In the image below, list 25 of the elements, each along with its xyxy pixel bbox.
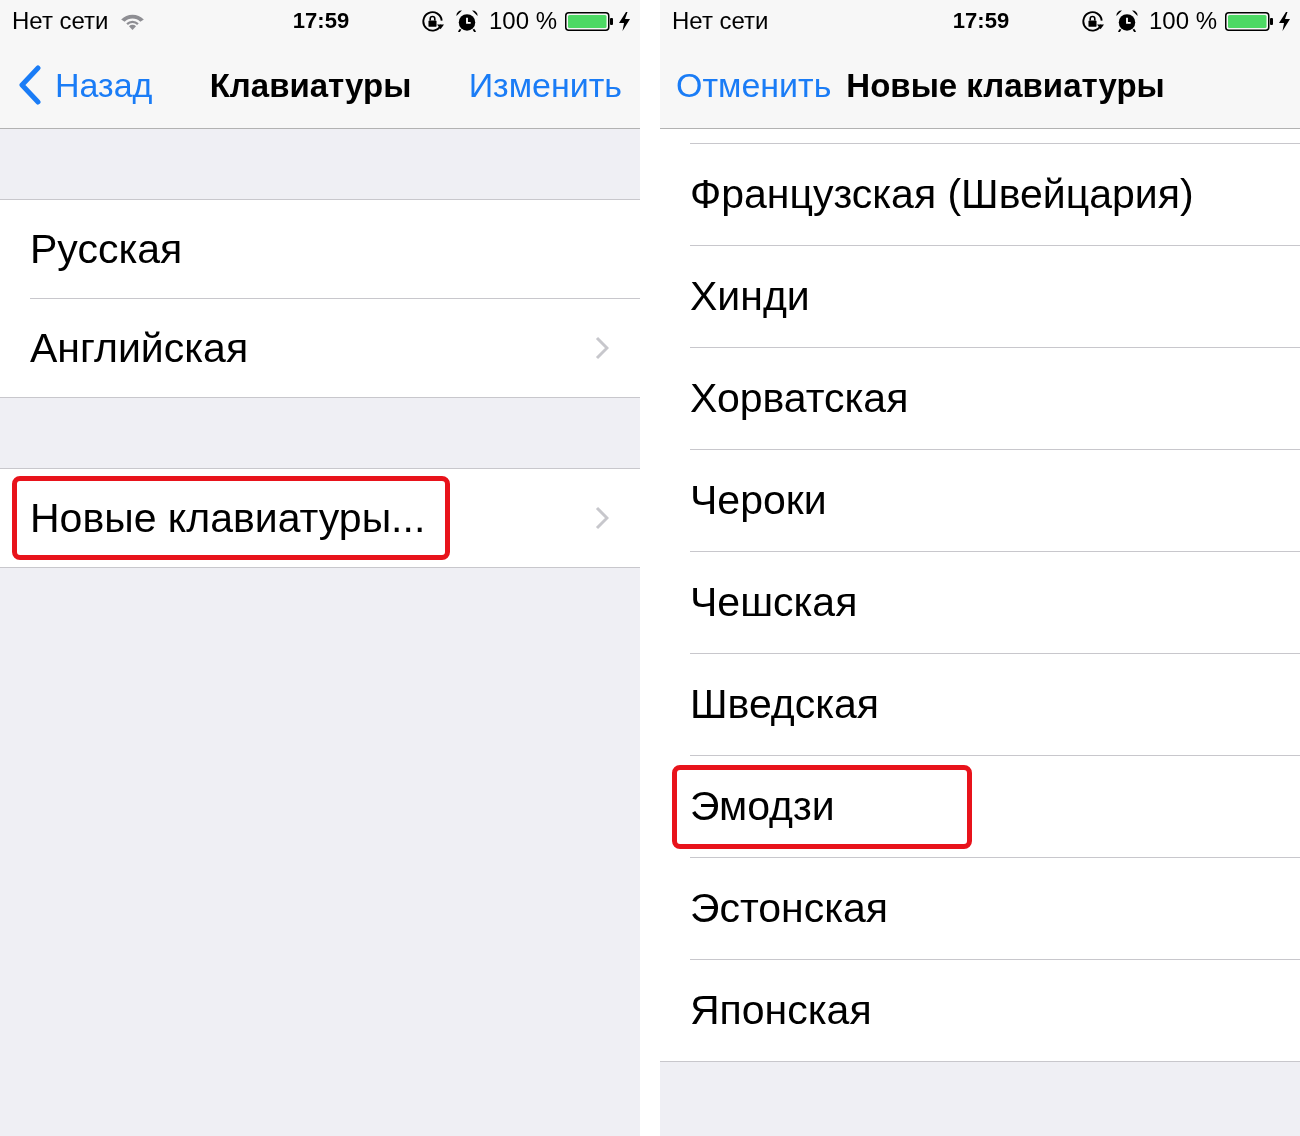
battery-percent: 100 % (488, 9, 557, 33)
nav-title: Клавиатуры (209, 68, 412, 102)
status-time: 17:59 (952, 10, 1010, 32)
list-item-label[interactable]: Шведская (690, 684, 880, 725)
list-item-label[interactable]: Эмодзи (690, 786, 835, 827)
list-item-label[interactable]: Французская (Швейцария) (690, 174, 1194, 215)
list-item-label[interactable]: Хинди (690, 276, 810, 317)
list-item-label[interactable]: Чешская (690, 582, 858, 623)
list-item-label[interactable]: Новые клавиатуры... (30, 497, 426, 539)
nav-title: Новые клавиатуры (846, 68, 1165, 102)
battery-percent: 100 % (1148, 9, 1217, 33)
list-item-label[interactable]: Эстонская (690, 888, 889, 929)
status-time: 17:59 (292, 10, 350, 32)
list-item-label[interactable]: Чероки (690, 480, 827, 521)
carrier-label: Нет сети (672, 9, 769, 33)
list-item-label[interactable]: Японская (690, 990, 872, 1031)
edit-button[interactable]: Изменить (468, 68, 622, 102)
carrier-label: Нет сети (12, 9, 109, 33)
list-item-label[interactable]: Хорватская (690, 378, 909, 419)
cancel-button[interactable]: Отменить (676, 68, 832, 102)
list-item-label[interactable]: Английская (30, 327, 249, 369)
list-item-label[interactable]: Русская (30, 228, 183, 270)
battery-icon (565, 11, 613, 31)
back-button[interactable]: Назад (17, 65, 153, 105)
battery-icon (1225, 11, 1273, 31)
